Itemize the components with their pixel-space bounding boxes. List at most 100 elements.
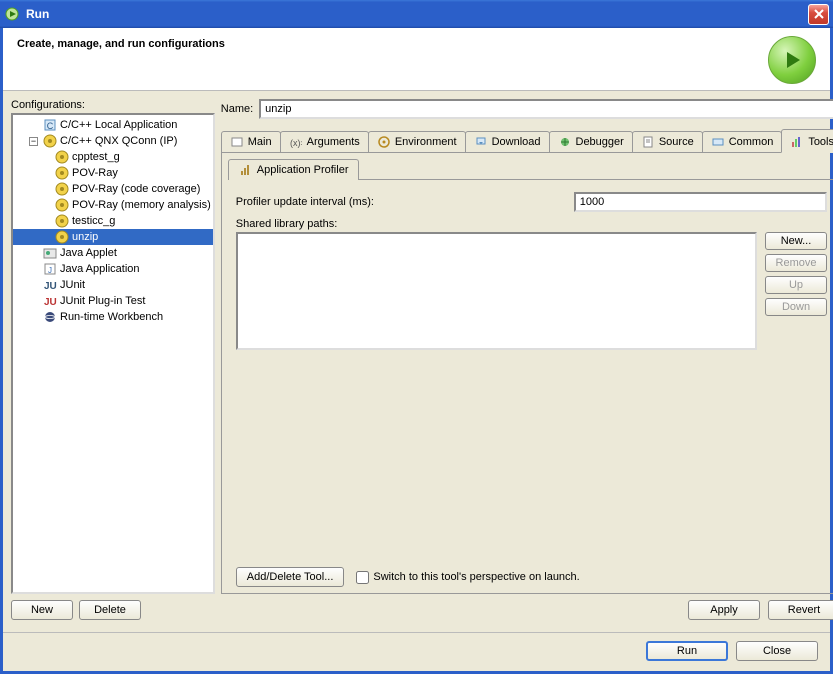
- config-tabstrip: Main (x)= Arguments Environment Download Debu…: [221, 129, 833, 153]
- c-app-icon: C: [43, 118, 57, 132]
- tree-twisty-icon[interactable]: −: [29, 137, 38, 146]
- download-tab-icon: [474, 135, 488, 149]
- new-config-button[interactable]: New: [11, 600, 73, 620]
- interval-input[interactable]: [574, 192, 827, 212]
- debugger-tab-icon: [558, 135, 572, 149]
- tab-source[interactable]: Source: [632, 131, 703, 152]
- lib-remove-button[interactable]: Remove: [765, 254, 827, 272]
- tree-node[interactable]: C C/C++ Local Application: [13, 117, 213, 133]
- lib-new-button[interactable]: New...: [765, 232, 827, 250]
- qnx-icon: [55, 182, 69, 196]
- qnx-icon: [55, 166, 69, 180]
- tab-environment[interactable]: Environment: [368, 131, 466, 152]
- tab-download[interactable]: Download: [465, 131, 550, 152]
- svg-text:JU: JU: [44, 297, 57, 308]
- tab-label: Debugger: [576, 136, 624, 148]
- tab-label: Source: [659, 136, 694, 148]
- qnx-icon: [55, 150, 69, 164]
- close-button[interactable]: Close: [736, 641, 818, 661]
- lib-down-button[interactable]: Down: [765, 298, 827, 316]
- subtab-label: Application Profiler: [257, 164, 349, 176]
- qnx-icon: [43, 134, 57, 148]
- tools-tab-icon: [790, 135, 804, 149]
- tree-node-label: JUnit: [60, 279, 85, 291]
- junit-icon: JU: [43, 278, 57, 292]
- source-tab-icon: [641, 135, 655, 149]
- tools-tab-panel: Application Profiler Profiler update int…: [221, 153, 833, 594]
- svg-text:JU: JU: [44, 281, 57, 292]
- tree-node[interactable]: − C/C++ QNX QConn (IP): [13, 133, 213, 149]
- tree-node-label: POV-Ray (memory analysis): [72, 199, 211, 211]
- tab-main[interactable]: Main: [221, 131, 281, 152]
- tab-label: Tools: [808, 136, 833, 148]
- main-tab-icon: [230, 135, 244, 149]
- shared-lib-label: Shared library paths:: [236, 218, 827, 230]
- tree-node-label: testicc_g: [72, 215, 115, 227]
- tree-node[interactable]: testicc_g: [13, 213, 213, 229]
- apply-button[interactable]: Apply: [688, 600, 760, 620]
- tree-node-label: unzip: [72, 231, 98, 243]
- separator: [3, 632, 830, 633]
- env-tab-icon: [377, 135, 391, 149]
- add-delete-tool-button[interactable]: Add/Delete Tool...: [236, 567, 345, 587]
- tree-node-label: C/C++ QNX QConn (IP): [60, 135, 177, 147]
- svg-text:J: J: [48, 266, 52, 275]
- tab-tools[interactable]: Tools: [781, 129, 833, 153]
- qnx-icon: [55, 214, 69, 228]
- tree-node-label: cpptest_g: [72, 151, 120, 163]
- tree-node[interactable]: J Java Application: [13, 261, 213, 277]
- tab-common[interactable]: Common: [702, 131, 783, 152]
- tree-node[interactable]: POV-Ray: [13, 165, 213, 181]
- tab-arguments[interactable]: (x)= Arguments: [280, 131, 369, 152]
- profiler-icon: [239, 163, 253, 177]
- delete-config-button[interactable]: Delete: [79, 600, 141, 620]
- configurations-tree[interactable]: C C/C++ Local Application − C/C++ QNX QConn…: [11, 113, 215, 594]
- switch-perspective-input[interactable]: [356, 571, 369, 584]
- tree-node-label: Java Applet: [60, 247, 117, 259]
- tab-label: Arguments: [307, 136, 360, 148]
- tab-label: Common: [729, 136, 774, 148]
- tree-node[interactable]: JUJUnit Plug-in Test: [13, 293, 213, 309]
- run-app-icon: [4, 6, 20, 22]
- switch-perspective-label: Switch to this tool's perspective on lau…: [373, 571, 579, 583]
- eclipse-icon: [43, 310, 57, 324]
- dialog-subtitle: Create, manage, and run configurations: [17, 38, 768, 50]
- tree-node-label: Run-time Workbench: [60, 311, 163, 323]
- tree-node[interactable]: unzip: [13, 229, 213, 245]
- tree-node[interactable]: Run-time Workbench: [13, 309, 213, 325]
- qnx-icon: [55, 198, 69, 212]
- tree-node[interactable]: Java Applet: [13, 245, 213, 261]
- lib-up-button[interactable]: Up: [765, 276, 827, 294]
- tree-node-label: POV-Ray: [72, 167, 118, 179]
- junit-plugin-icon: JU: [43, 294, 57, 308]
- dialog-header: Create, manage, and run configurations: [3, 28, 830, 91]
- svg-text:C: C: [47, 121, 54, 131]
- run-button[interactable]: Run: [646, 641, 728, 661]
- tab-debugger[interactable]: Debugger: [549, 131, 633, 152]
- tree-node-label: POV-Ray (code coverage): [72, 183, 200, 195]
- configurations-label: Configurations:: [11, 99, 215, 111]
- tree-node-label: Java Application: [60, 263, 140, 275]
- qnx-icon: [55, 230, 69, 244]
- shared-lib-listbox[interactable]: [236, 232, 757, 350]
- window-close-button[interactable]: [808, 4, 829, 25]
- tree-node-label: JUnit Plug-in Test: [60, 295, 145, 307]
- tree-node[interactable]: cpptest_g: [13, 149, 213, 165]
- tab-label: Main: [248, 136, 272, 148]
- switch-perspective-checkbox[interactable]: Switch to this tool's perspective on lau…: [356, 571, 579, 584]
- tree-node[interactable]: JUJUnit: [13, 277, 213, 293]
- subtab-application-profiler[interactable]: Application Profiler: [228, 159, 360, 180]
- tree-node[interactable]: POV-Ray (code coverage): [13, 181, 213, 197]
- interval-label: Profiler update interval (ms):: [236, 196, 566, 208]
- tab-label: Download: [492, 136, 541, 148]
- java-app-icon: J: [43, 262, 57, 276]
- tab-label: Environment: [395, 136, 457, 148]
- run-banner-icon: [768, 36, 816, 84]
- name-input[interactable]: [259, 99, 833, 119]
- svg-text:(x)=: (x)=: [290, 138, 302, 148]
- tree-node-label: C/C++ Local Application: [60, 119, 177, 131]
- revert-button[interactable]: Revert: [768, 600, 833, 620]
- java-applet-icon: [43, 246, 57, 260]
- tree-node[interactable]: POV-Ray (memory analysis): [13, 197, 213, 213]
- name-label: Name:: [221, 103, 253, 115]
